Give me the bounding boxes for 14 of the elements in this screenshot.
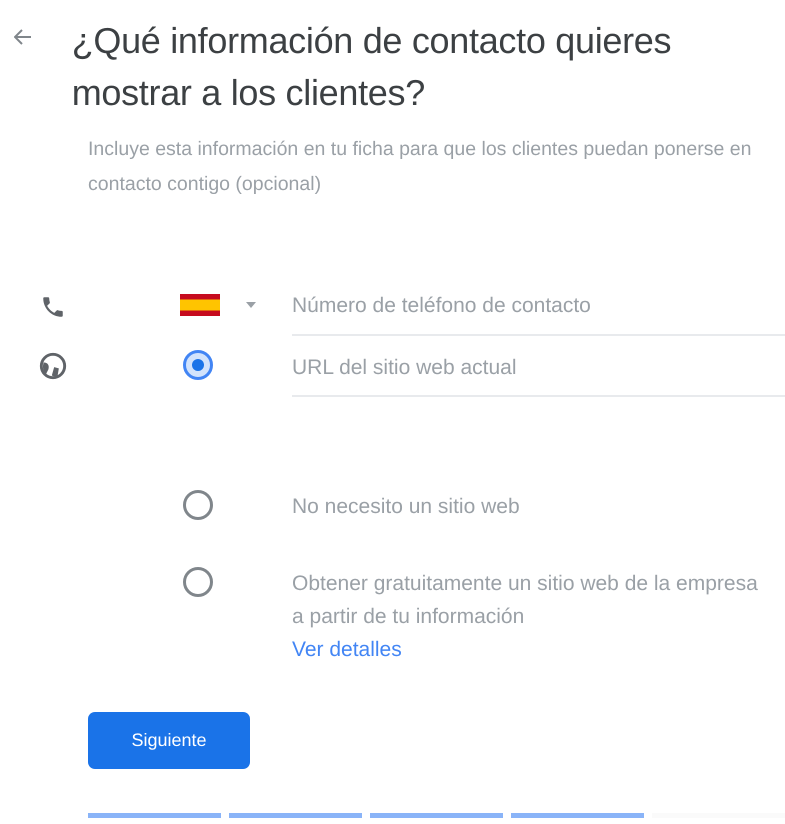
- next-button[interactable]: Siguiente: [88, 712, 250, 769]
- option-label: Obtener gratuitamente un sitio web de la empresa a partir de tu información: [292, 571, 759, 630]
- radio-button[interactable]: [183, 567, 213, 597]
- option-label: No necesito un sitio web: [292, 494, 521, 520]
- page-title: ¿Qué información de contacto quieres mostrar a los clientes?: [72, 19, 672, 115]
- flag-icon: [180, 294, 220, 316]
- website-field[interactable]: URL del sitio web actual: [292, 350, 785, 397]
- caret-icon: [246, 302, 256, 308]
- globe-icon: [38, 352, 66, 380]
- radio-button[interactable]: [183, 350, 213, 380]
- radio-button[interactable]: [183, 490, 213, 520]
- phone-field[interactable]: Número de teléfono de contacto: [292, 290, 785, 336]
- subtitle: Incluye esta información en tu ficha para que los clientes puedan ponerse en contacto contigo (opcional): [88, 137, 752, 197]
- details-link[interactable]: Ver detalles: [292, 638, 402, 661]
